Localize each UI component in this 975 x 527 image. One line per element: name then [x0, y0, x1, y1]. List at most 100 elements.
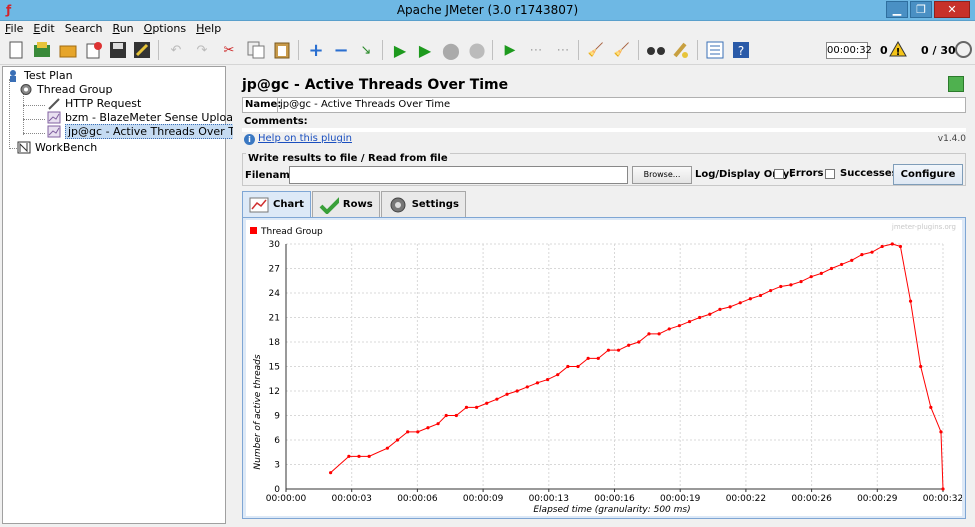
pipette-icon	[47, 97, 61, 110]
tree-item-active-threads[interactable]: jp@gc - Active Threads Over Time	[47, 123, 259, 139]
templates-icon[interactable]	[31, 39, 53, 61]
x-axis-label: Elapsed time (granularity: 500 ms)	[533, 505, 690, 515]
maximize-panel-icon[interactable]	[948, 76, 964, 92]
tree-item-thread-group[interactable]: Thread Group	[19, 82, 112, 96]
data-point	[687, 319, 692, 324]
menu-file[interactable]: File	[0, 21, 28, 36]
expand-all-icon[interactable]: +	[305, 39, 327, 61]
tab-chart[interactable]: Chart	[242, 191, 311, 217]
window-title: Apache JMeter (3.0 r1743807)	[396, 3, 579, 17]
tree-item-workbench[interactable]: WorkBench	[17, 140, 97, 154]
y-tick-label: 30	[269, 240, 281, 250]
x-tick-label: 00:00:13	[529, 494, 569, 504]
close-button[interactable]: ✕	[934, 1, 970, 18]
data-point	[329, 471, 333, 475]
successes-checkbox[interactable]	[825, 169, 835, 179]
remote-stop-icon[interactable]: ⋯	[525, 39, 547, 61]
menu-options[interactable]: Options	[139, 21, 191, 36]
data-point	[616, 348, 621, 352]
data-point	[495, 397, 499, 401]
x-tick-label: 00:00:22	[726, 494, 766, 504]
close-file-icon[interactable]	[83, 39, 105, 61]
start-no-pauses-icon[interactable]: ▶	[414, 39, 436, 61]
test-plan-icon	[6, 69, 20, 82]
configure-button[interactable]: Configure	[893, 164, 963, 185]
data-point	[406, 430, 410, 434]
data-point	[657, 332, 661, 336]
tab-settings[interactable]: Settings	[380, 191, 466, 217]
tree-item-label: Thread Group	[37, 82, 113, 96]
open-icon[interactable]	[57, 39, 79, 61]
tree-item-label: jp@gc - Active Threads Over Time	[65, 123, 259, 139]
undo-icon[interactable]: ↶	[165, 39, 187, 61]
remote-start-icon[interactable]: ▶	[499, 39, 521, 61]
new-icon[interactable]	[5, 39, 27, 61]
chart-frame: jmeter-plugins.org Thread Group Number o…	[242, 217, 966, 519]
tree-item-label: HTTP Request	[65, 96, 142, 110]
remote-shutdown-icon[interactable]: ⋯	[552, 39, 574, 61]
data-point	[485, 401, 489, 405]
menu-bar: File Edit Search Run Options Help	[0, 21, 975, 36]
y-tick-label: 18	[269, 338, 281, 348]
help-icon[interactable]: ?	[730, 39, 752, 61]
active-threads-chart: jmeter-plugins.org Thread Group Number o…	[246, 220, 962, 516]
data-point	[758, 293, 763, 298]
chart-listener-icon	[47, 111, 61, 124]
data-point	[515, 389, 519, 393]
thread-count: 0 / 30	[921, 44, 956, 57]
menu-help[interactable]: Help	[191, 21, 226, 36]
svg-text:!: !	[896, 47, 901, 57]
maximize-button[interactable]: ❐	[910, 1, 932, 18]
paste-icon[interactable]	[271, 39, 293, 61]
menu-search[interactable]: Search	[60, 21, 108, 36]
copy-icon[interactable]	[245, 39, 267, 61]
elapsed-timer: 00:00:32	[826, 42, 872, 59]
save-as-icon[interactable]	[131, 39, 153, 61]
chart-listener-icon	[47, 125, 61, 138]
legend-swatch	[250, 227, 257, 234]
clear-all-icon[interactable]: 🧹	[611, 39, 633, 61]
name-field[interactable]: jp@gc - Active Threads Over Time	[277, 98, 965, 112]
successes-label: Successes	[840, 168, 898, 179]
function-helper-icon[interactable]	[704, 39, 726, 61]
warning-icon[interactable]: !	[889, 40, 907, 58]
minimize-button[interactable]: ▁	[886, 1, 908, 18]
tab-rows[interactable]: Rows	[311, 191, 380, 217]
redo-icon[interactable]: ↷	[191, 39, 213, 61]
tree-item-test-plan[interactable]: Test Plan	[6, 68, 73, 82]
data-point	[596, 356, 600, 360]
filename-field[interactable]	[289, 166, 628, 184]
errors-checkbox[interactable]	[774, 169, 784, 179]
save-icon[interactable]	[107, 39, 129, 61]
listener-panel: jp@gc - Active Threads Over Time Name: j…	[233, 66, 973, 524]
start-icon[interactable]: ▶	[389, 39, 411, 61]
clear-icon[interactable]: 🧹	[585, 39, 607, 61]
x-tick-label: 00:00:19	[660, 494, 701, 504]
chart-watermark: jmeter-plugins.org	[891, 223, 956, 231]
x-tick-label: 00:00:06	[397, 494, 438, 504]
reset-search-icon[interactable]	[670, 39, 692, 61]
browse-button[interactable]: Browse...	[632, 166, 692, 184]
data-point	[436, 422, 440, 426]
search-icon[interactable]	[645, 39, 667, 61]
toolbar: ↶ ↷ ✂ + − ↘ ▶ ▶ ⬤ ⬤ ▶ ⋯ ⋯ 🧹 🧹 ? 00:00:32…	[0, 36, 975, 65]
data-point	[647, 332, 651, 336]
data-point	[708, 312, 712, 316]
tree-item-http-request[interactable]: HTTP Request	[47, 96, 141, 110]
toggle-icon[interactable]: ↘	[355, 39, 377, 61]
workbench-icon	[17, 141, 31, 154]
x-tick-label: 00:00:00	[266, 494, 307, 504]
x-tick-label: 00:00:16	[594, 494, 635, 504]
tree-item-label: Test Plan	[24, 68, 73, 82]
cut-icon[interactable]: ✂	[218, 39, 240, 61]
menu-edit[interactable]: Edit	[28, 21, 59, 36]
stop-icon[interactable]: ⬤	[440, 39, 462, 61]
data-point	[667, 327, 671, 331]
data-point	[367, 454, 371, 458]
help-link[interactable]: Help on this plugin	[258, 133, 352, 144]
data-point	[870, 250, 874, 254]
tree-item-uploader[interactable]: bzm - BlazeMeter Sense Uploader	[47, 110, 251, 124]
menu-run[interactable]: Run	[108, 21, 139, 36]
shutdown-icon[interactable]: ⬤	[466, 39, 488, 61]
collapse-all-icon[interactable]: −	[330, 39, 352, 61]
